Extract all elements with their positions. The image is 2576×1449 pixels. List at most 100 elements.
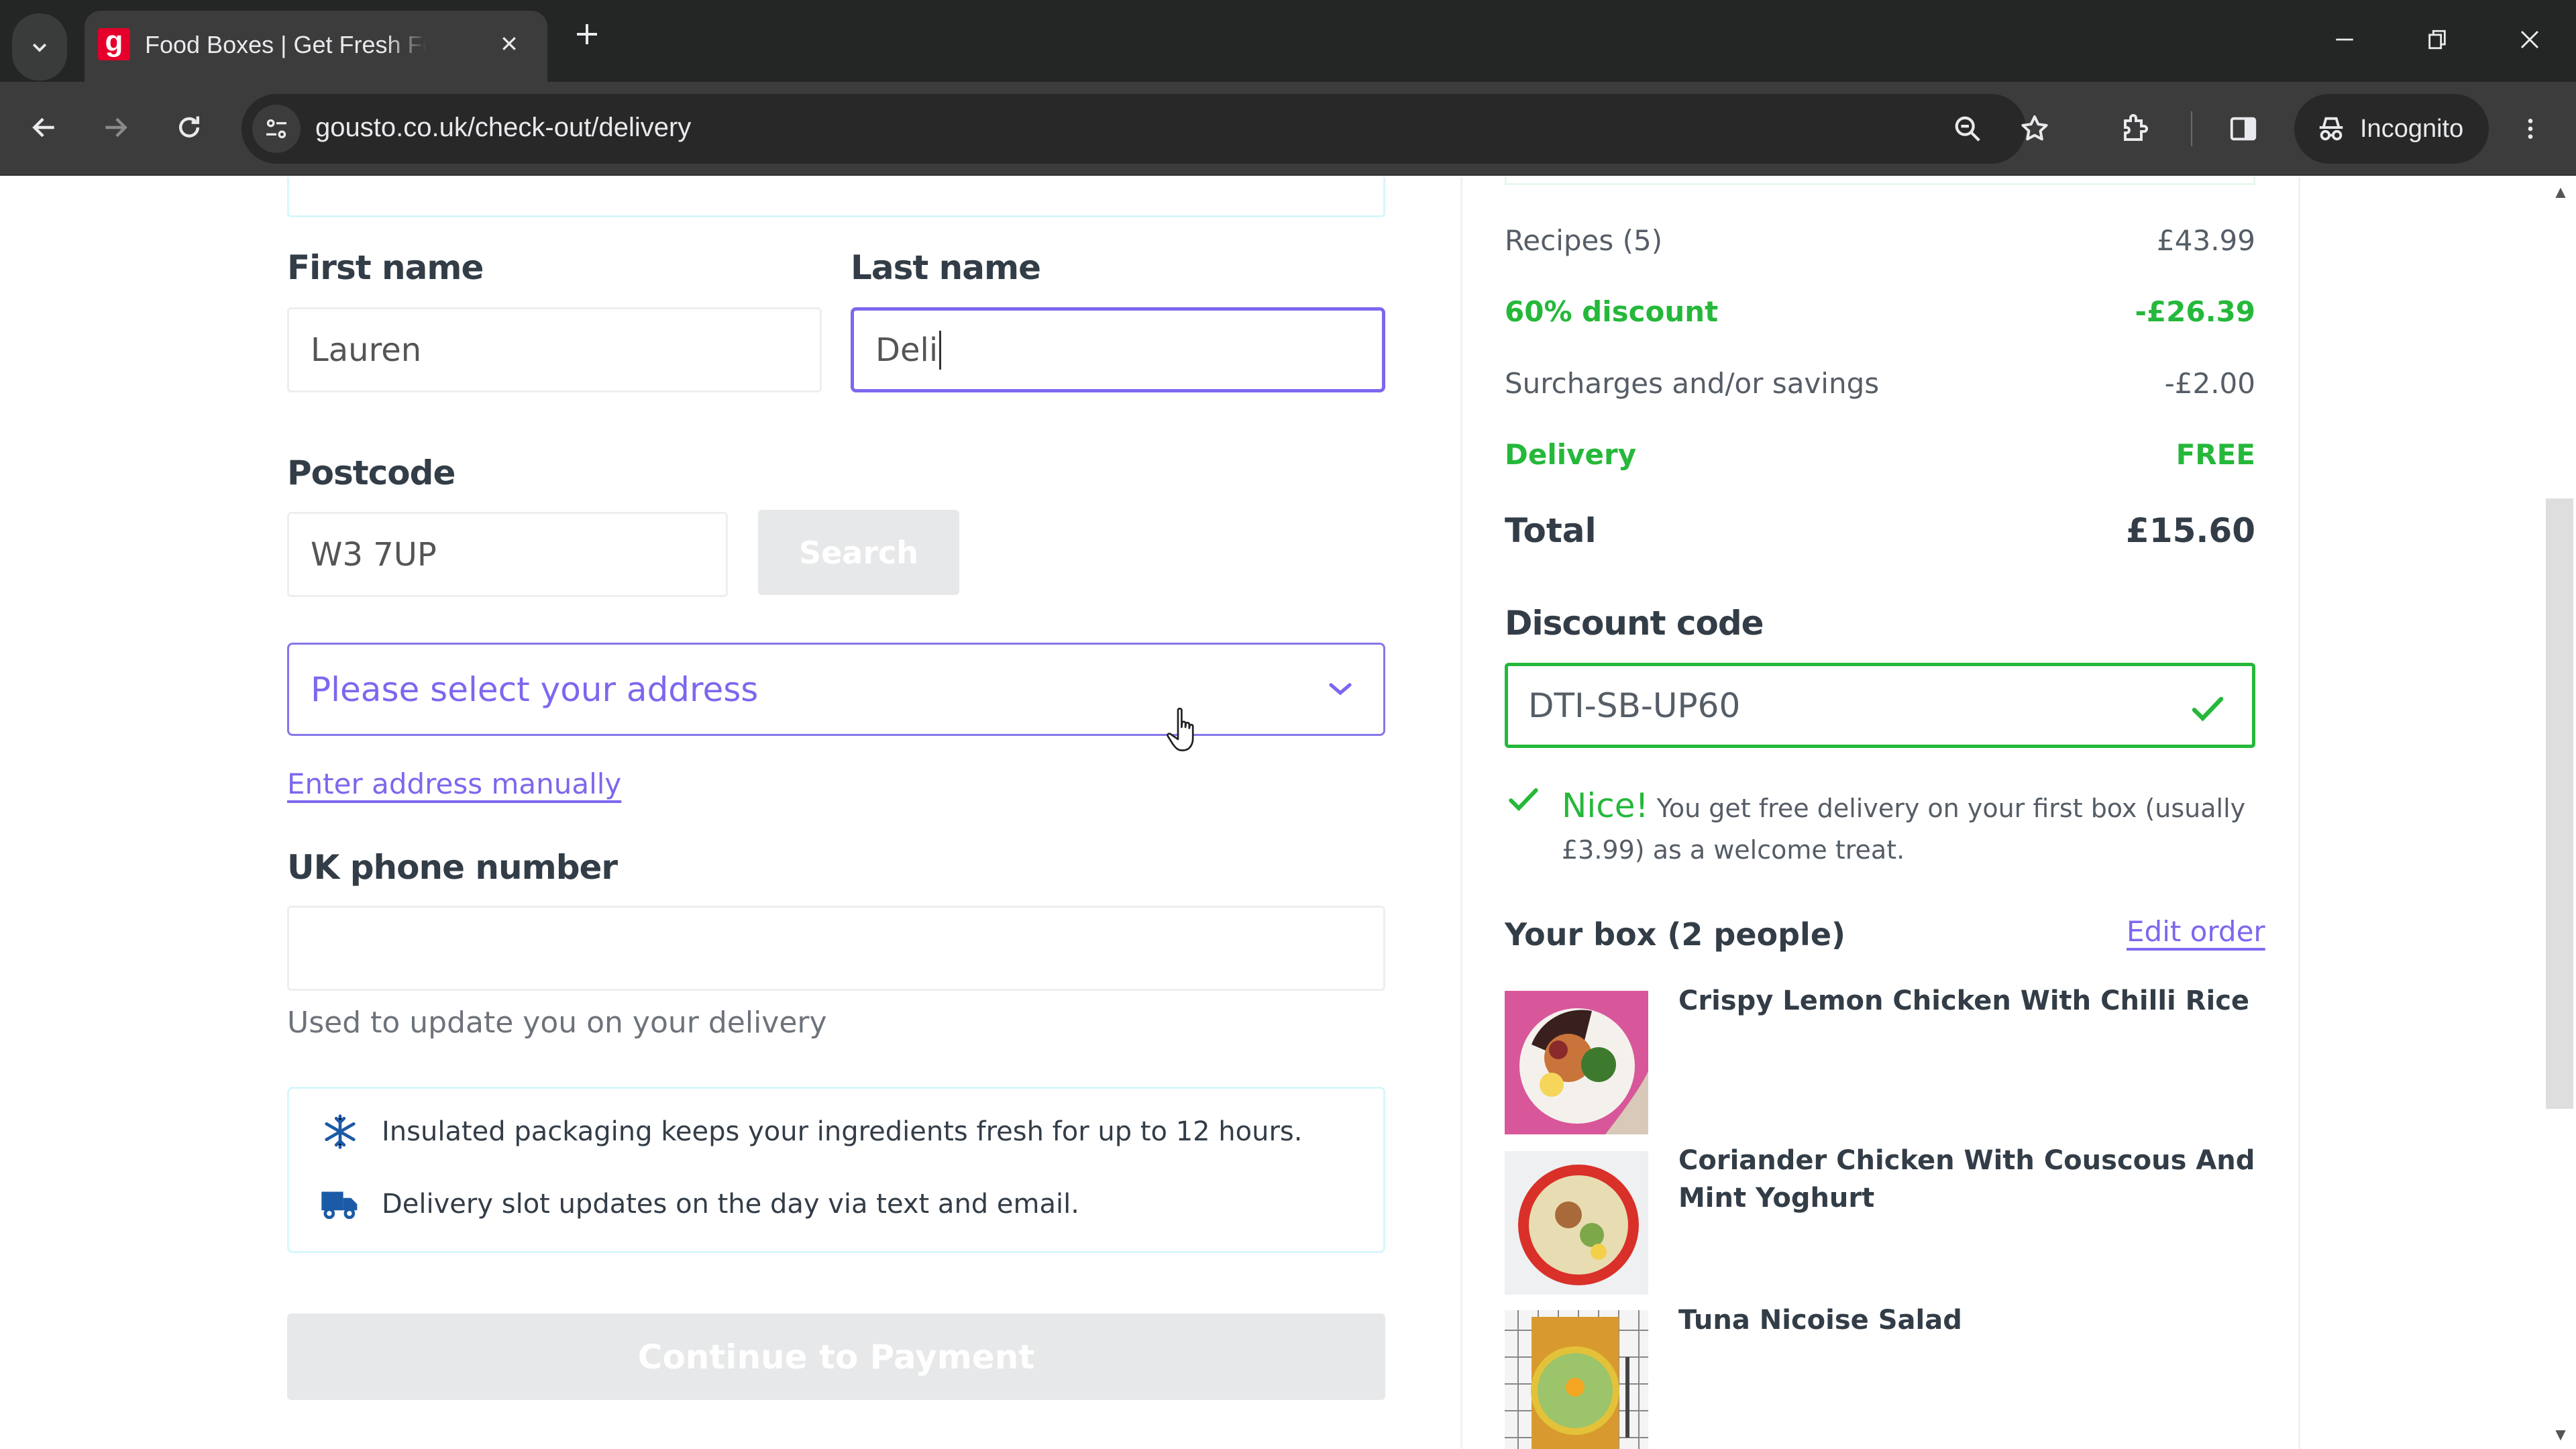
close-window-button[interactable] — [2500, 16, 2560, 63]
gousto-favicon-icon: g — [98, 27, 130, 60]
phone-field[interactable] — [287, 906, 1385, 991]
checkout-delivery-page: First name Lauren Last name Deli Postcod… — [0, 177, 2576, 1449]
summary-value: FREE — [2176, 438, 2255, 471]
postcode-search-button[interactable]: Search — [758, 510, 959, 595]
discount-code-value: DTI-SB-UP60 — [1528, 686, 1741, 725]
incognito-badge[interactable]: Incognito — [2294, 94, 2489, 164]
chevron-down-icon — [32, 43, 47, 52]
scroll-up-arrow-icon[interactable]: ▲ — [2549, 183, 2572, 201]
url-text[interactable]: gousto.co.uk/check-out/delivery — [315, 113, 691, 143]
restore-button[interactable] — [2407, 16, 2467, 63]
extensions-icon — [2124, 114, 2148, 141]
tab-title: Food Boxes | Get Fresh Food & Recipes De… — [145, 31, 427, 58]
minimize-icon — [2336, 38, 2353, 41]
extensions-button[interactable] — [2113, 107, 2156, 150]
address-placeholder: Please select your address — [311, 669, 759, 709]
menu-icon — [2528, 119, 2533, 139]
snowflake-icon — [319, 1110, 362, 1153]
forward-icon — [105, 117, 127, 138]
discount-success-message: Nice! You get free delivery on your firs… — [1562, 785, 2273, 871]
recipe-image — [1505, 991, 1648, 1134]
minimize-button[interactable] — [2314, 16, 2375, 63]
recipe-name: Tuna Nicoise Salad — [1678, 1305, 1962, 1336]
summary-row-surcharges: Surcharges and/or savings -£2.00 — [1505, 367, 2255, 400]
zoom-icon — [1955, 116, 1980, 142]
summary-label: Surcharges and/or savings — [1505, 367, 1880, 400]
checkmark-icon — [2192, 696, 2224, 722]
browser-toolbar: gousto.co.uk/check-out/delivery Incognit… — [0, 82, 2576, 176]
recipe-name: Crispy Lemon Chicken With Chilli Rice — [1678, 985, 2250, 1016]
side-panel-icon — [2230, 117, 2257, 141]
bookmark-button[interactable] — [2016, 110, 2053, 148]
delivery-info-box: Insulated packaging keeps your ingredien… — [287, 1087, 1385, 1253]
summary-value: -£26.39 — [2135, 295, 2255, 328]
browser-menu-button[interactable] — [2509, 107, 2552, 150]
last-name-label: Last name — [851, 248, 1041, 287]
info-row-delivery-slot: Delivery slot updates on the day via tex… — [319, 1183, 1079, 1226]
top-info-banner — [287, 177, 1385, 217]
site-info-button[interactable] — [252, 105, 301, 153]
scroll-down-arrow-icon[interactable]: ▼ — [2549, 1426, 2572, 1443]
total-value: £15.60 — [2126, 511, 2255, 550]
postcode-value: W3 7UP — [311, 535, 437, 574]
success-body-text: You get free delivery on your first box … — [1562, 794, 2246, 865]
back-icon — [32, 117, 54, 138]
total-label: Total — [1505, 511, 1597, 550]
info-text-delivery-slot: Delivery slot updates on the day via tex… — [382, 1189, 1079, 1220]
side-panel-button[interactable] — [2222, 107, 2265, 150]
success-check-icon — [1505, 781, 1545, 821]
plus-icon — [577, 24, 597, 44]
summary-label: Recipes (5) — [1505, 224, 1663, 257]
summary-label: Delivery — [1505, 438, 1637, 471]
zoom-button[interactable] — [1949, 110, 1986, 148]
continue-to-payment-button[interactable]: Continue to Payment — [287, 1313, 1385, 1400]
bookmark-star-icon — [2021, 115, 2048, 141]
last-name-field[interactable]: Deli — [851, 307, 1385, 392]
info-row-packaging: Insulated packaging keeps your ingredien… — [319, 1110, 1302, 1153]
forward-button[interactable] — [94, 106, 137, 149]
postcode-label: Postcode — [287, 453, 455, 492]
summary-top-card-edge — [1505, 177, 2255, 185]
discount-code-label: Discount code — [1505, 604, 1764, 643]
tab-search-button[interactable] — [12, 13, 67, 80]
new-tab-button[interactable] — [570, 20, 604, 54]
hand-cursor-icon — [1164, 704, 1204, 758]
success-strong-text: Nice! — [1562, 786, 1649, 825]
summary-value: £43.99 — [2157, 224, 2255, 257]
truck-icon — [319, 1183, 362, 1226]
phone-label: UK phone number — [287, 848, 618, 887]
continue-button-label: Continue to Payment — [637, 1337, 1035, 1377]
summary-row-delivery: Delivery FREE — [1505, 438, 2255, 471]
text-caret — [939, 330, 942, 370]
panel-divider-right — [2298, 177, 2300, 1449]
incognito-label: Incognito — [2360, 114, 2464, 143]
recipe-image — [1505, 1310, 1648, 1449]
back-button[interactable] — [23, 106, 66, 149]
discount-code-field[interactable]: DTI-SB-UP60 — [1505, 663, 2255, 748]
first-name-label: First name — [287, 248, 484, 287]
close-tab-button[interactable] — [492, 28, 526, 62]
active-tab[interactable]: g Food Boxes | Get Fresh Food & Recipes … — [85, 11, 547, 82]
info-text-packaging: Insulated packaging keeps your ingredien… — [382, 1116, 1303, 1147]
address-bar[interactable]: gousto.co.uk/check-out/delivery — [241, 94, 2048, 164]
toolbar-separator — [2191, 111, 2192, 146]
summary-row-recipes: Recipes (5) £43.99 — [1505, 224, 2255, 257]
site-info-icon — [266, 119, 286, 139]
first-name-value: Lauren — [311, 331, 422, 369]
summary-value: -£2.00 — [2164, 367, 2255, 400]
recipe-name: Coriander Chicken With Couscous And Mint… — [1678, 1145, 2255, 1214]
edit-order-link[interactable]: Edit order — [2127, 915, 2265, 948]
close-window-icon — [2520, 30, 2539, 49]
address-select[interactable]: Please select your address — [287, 643, 1385, 736]
panel-divider-left — [1460, 177, 1462, 1449]
reload-button[interactable] — [168, 106, 211, 149]
postcode-field[interactable]: W3 7UP — [287, 512, 728, 597]
scrollbar-thumb[interactable] — [2546, 498, 2573, 1109]
first-name-field[interactable]: Lauren — [287, 307, 822, 392]
search-button-label: Search — [798, 534, 919, 571]
tab-strip: g Food Boxes | Get Fresh Food & Recipes … — [0, 0, 2576, 82]
enter-address-manually-link[interactable]: Enter address manually — [287, 767, 621, 800]
restore-icon — [2428, 30, 2446, 50]
summary-row-discount: 60% discount -£26.39 — [1505, 295, 2255, 328]
close-icon — [502, 37, 516, 50]
